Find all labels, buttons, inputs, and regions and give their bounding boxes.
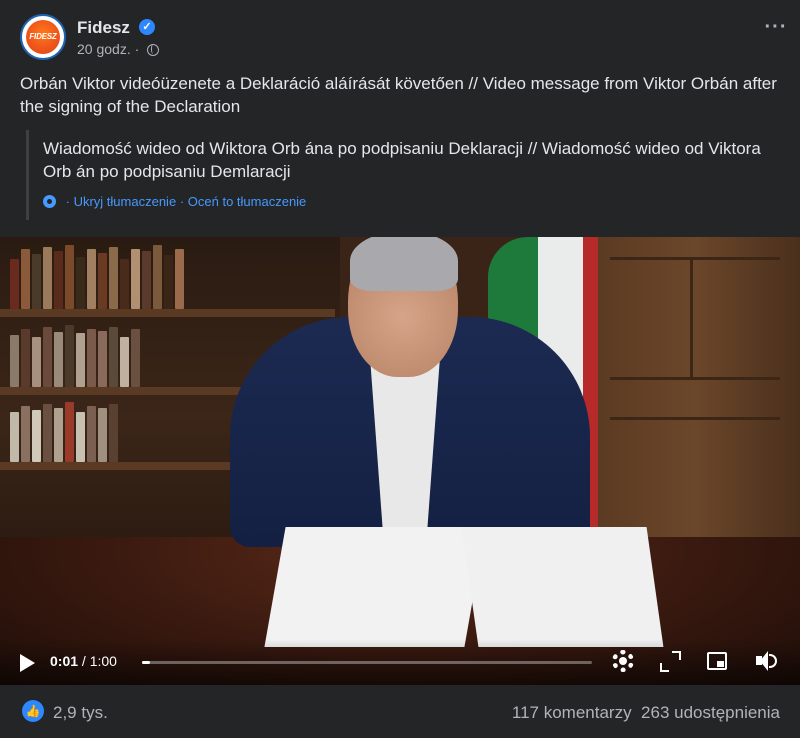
meta-separator: · (134, 41, 140, 57)
fullscreen-icon[interactable] (660, 651, 681, 672)
video-controls: 0:01 / 1:00 (0, 639, 800, 685)
duration: / 1:00 (78, 653, 117, 669)
book-row (10, 239, 330, 309)
wood-panel-wall (590, 237, 800, 567)
post-meta: 20 godz. · (77, 41, 160, 57)
translation-actions: · Ukryj tłumaczenie · Oceń to tłumaczeni… (43, 194, 306, 209)
like-reaction-icon[interactable]: 👍 (22, 700, 44, 722)
reaction-count[interactable]: 2,9 tys. (53, 703, 108, 723)
page-name[interactable]: Fidesz (77, 18, 130, 38)
more-options-icon[interactable]: ··· (762, 17, 790, 42)
post-footer: 👍 2,9 tys. 117 komentarzy 263 udostępnie… (0, 690, 800, 738)
shares-count[interactable]: 263 udostępnienia (641, 703, 780, 722)
post-header: FIDESZ Fidesz ✓ 20 godz. · ··· (20, 14, 790, 64)
picture-in-picture-icon[interactable] (707, 652, 727, 670)
post-stats: 117 komentarzy 263 udostępnienia (512, 703, 780, 723)
hide-translation-link[interactable]: Ukryj tłumaczenie (74, 194, 177, 209)
person-hair (350, 237, 458, 291)
comments-count[interactable]: 117 komentarzy (512, 703, 632, 722)
shelf-board (0, 309, 335, 317)
avatar-logo-text: FIDESZ (29, 32, 57, 41)
document-page (264, 527, 486, 647)
current-time: 0:01 (50, 653, 79, 669)
translation-text: Wiadomość wideo od Wiktora Orb ána po po… (43, 139, 761, 181)
document-page (461, 527, 664, 647)
video-player[interactable]: 0:01 / 1:00 (0, 237, 800, 685)
translation-separator: · (65, 194, 70, 209)
rate-translation-link[interactable]: Oceń to tłumaczenie (188, 194, 307, 209)
translation-settings-icon[interactable] (43, 195, 56, 208)
fidesz-logo-icon: FIDESZ (26, 20, 60, 54)
globe-icon (147, 44, 160, 56)
avatar[interactable]: FIDESZ (20, 14, 66, 60)
settings-gear-icon[interactable] (612, 650, 634, 672)
verified-badge-icon: ✓ (139, 19, 155, 35)
post-text: Orbán Viktor videóüzenete a Deklaráció a… (20, 74, 777, 116)
video-time: 0:01 / 1:00 (50, 653, 117, 669)
post-time[interactable]: 20 godz. (77, 41, 131, 57)
translation-block: Wiadomość wideo od Wiktora Orb ána po po… (26, 130, 784, 220)
play-icon[interactable] (20, 654, 35, 672)
progress-fill (142, 661, 150, 664)
volume-icon[interactable] (756, 650, 780, 672)
translation-separator: · (179, 194, 185, 209)
progress-bar[interactable] (142, 661, 592, 664)
